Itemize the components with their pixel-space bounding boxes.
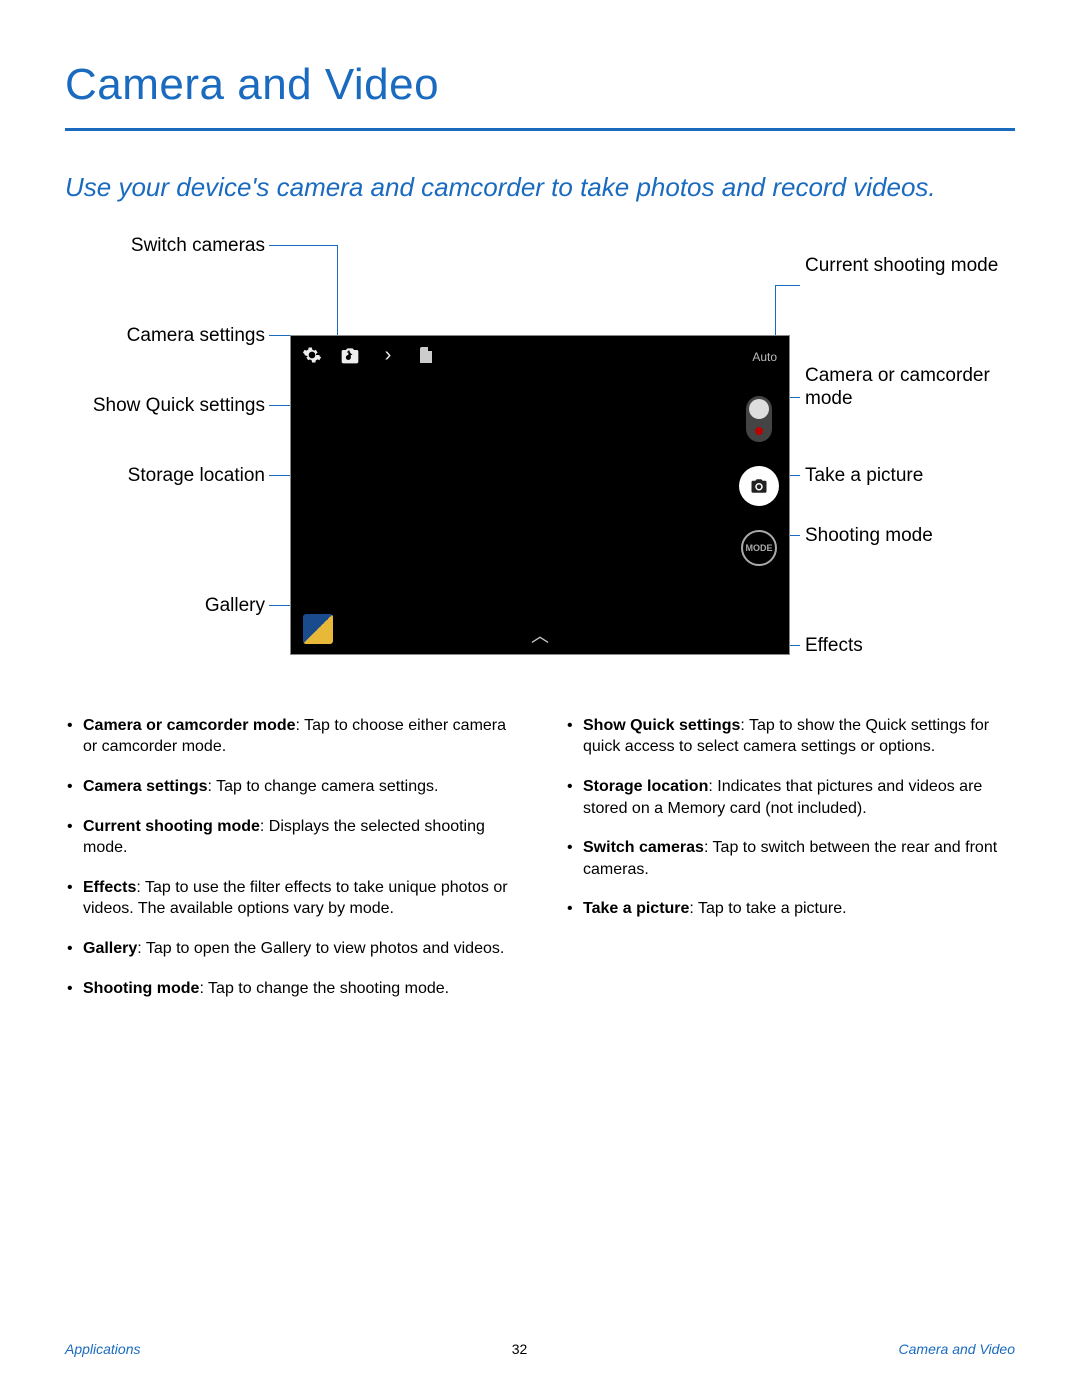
figure: Switch cameras Camera settings Show Quic… bbox=[65, 235, 1015, 675]
footer-left: Applications bbox=[65, 1341, 141, 1357]
term: Storage location bbox=[583, 778, 708, 795]
desc: : Tap to take a picture. bbox=[689, 900, 846, 917]
page-footer: Applications 32 Camera and Video bbox=[65, 1341, 1015, 1357]
term: Effects bbox=[83, 879, 136, 896]
list-item: Camera settings: Tap to change camera se… bbox=[65, 776, 515, 798]
sdcard-icon bbox=[415, 344, 437, 366]
list-item: Switch cameras: Tap to switch between th… bbox=[565, 837, 1015, 880]
list-item: Current shooting mode: Displays the sele… bbox=[65, 816, 515, 859]
desc: : Tap to open the Gallery to view photos… bbox=[137, 940, 504, 957]
desc: : Tap to change camera settings. bbox=[208, 778, 439, 795]
callout-cam-camcorder: Camera or camcorder mode bbox=[805, 365, 1005, 411]
term: Current shooting mode bbox=[83, 818, 260, 835]
desc: : Tap to change the shooting mode. bbox=[199, 980, 449, 997]
footer-page-number: 32 bbox=[512, 1341, 528, 1357]
title-rule bbox=[65, 128, 1015, 131]
term: Take a picture bbox=[583, 900, 689, 917]
camera-camcorder-toggle[interactable] bbox=[746, 396, 772, 442]
callout-current-mode: Current shooting mode bbox=[805, 255, 1005, 278]
mode-button[interactable]: MODE bbox=[741, 530, 777, 566]
description-columns: Camera or camcorder mode: Tap to choose … bbox=[65, 715, 1015, 1017]
auto-mode-label: Auto bbox=[752, 350, 777, 364]
list-item: Gallery: Tap to open the Gallery to view… bbox=[65, 938, 515, 960]
callout-switch-cameras: Switch cameras bbox=[65, 235, 265, 258]
left-column: Camera or camcorder mode: Tap to choose … bbox=[65, 715, 515, 1017]
term: Gallery bbox=[83, 940, 137, 957]
page-title: Camera and Video bbox=[65, 60, 1015, 110]
camera-screenshot: › Auto MODE ︿ bbox=[290, 335, 790, 655]
callout-camera-settings: Camera settings bbox=[65, 325, 265, 348]
list-item: Show Quick settings: Tap to show the Qui… bbox=[565, 715, 1015, 758]
term: Show Quick settings bbox=[583, 717, 740, 734]
list-item: Take a picture: Tap to take a picture. bbox=[565, 898, 1015, 920]
gear-icon[interactable] bbox=[301, 344, 323, 366]
term: Camera or camcorder mode bbox=[83, 717, 296, 734]
shutter-button[interactable] bbox=[739, 466, 779, 506]
term: Shooting mode bbox=[83, 980, 199, 997]
term: Camera settings bbox=[83, 778, 208, 795]
gallery-thumbnail[interactable] bbox=[303, 614, 333, 644]
callout-shooting-mode: Shooting mode bbox=[805, 525, 1005, 548]
page-subtitle: Use your device's camera and camcorder t… bbox=[65, 171, 985, 205]
callout-gallery: Gallery bbox=[65, 595, 265, 618]
callout-storage: Storage location bbox=[65, 465, 265, 488]
list-item: Shooting mode: Tap to change the shootin… bbox=[65, 978, 515, 1000]
term: Switch cameras bbox=[583, 839, 704, 856]
list-item: Camera or camcorder mode: Tap to choose … bbox=[65, 715, 515, 758]
chevron-right-icon[interactable]: › bbox=[377, 344, 399, 366]
callout-effects: Effects bbox=[805, 635, 1005, 658]
effects-caret-icon[interactable]: ︿ bbox=[531, 622, 549, 648]
footer-right: Camera and Video bbox=[899, 1341, 1015, 1357]
callout-show-quick: Show Quick settings bbox=[65, 395, 265, 418]
list-item: Effects: Tap to use the filter effects t… bbox=[65, 877, 515, 920]
right-column: Show Quick settings: Tap to show the Qui… bbox=[565, 715, 1015, 1017]
callout-take-picture: Take a picture bbox=[805, 465, 1005, 488]
list-item: Storage location: Indicates that picture… bbox=[565, 776, 1015, 819]
desc: : Tap to use the filter effects to take … bbox=[83, 879, 508, 918]
switch-camera-icon[interactable] bbox=[339, 344, 361, 366]
